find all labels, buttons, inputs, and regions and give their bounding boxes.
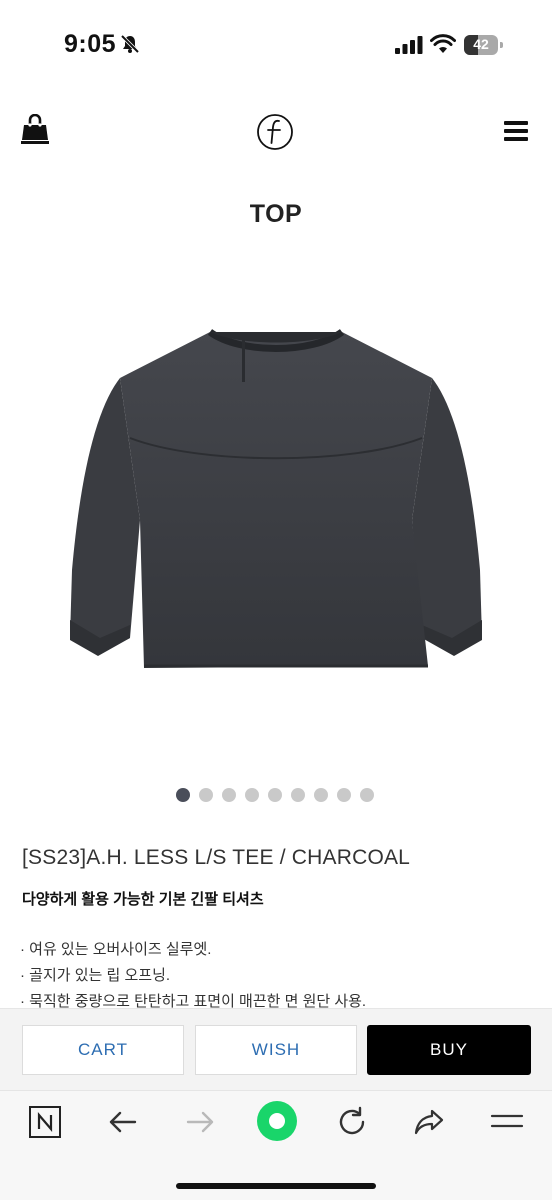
feature-item: · 골지가 있는 립 오프닝. xyxy=(20,967,171,984)
carousel-dot[interactable] xyxy=(245,788,259,802)
gallery-dots xyxy=(176,788,374,804)
carousel-dot[interactable] xyxy=(337,788,351,802)
carousel-dot[interactable] xyxy=(360,788,374,802)
shopping-bag-icon[interactable] xyxy=(21,114,49,144)
buy-button[interactable]: BUY xyxy=(367,1025,531,1075)
battery-level: 42 xyxy=(473,36,489,52)
hamburger-menu-icon[interactable] xyxy=(504,120,528,142)
menu-lines-icon[interactable] xyxy=(490,1105,524,1139)
share-icon[interactable] xyxy=(412,1105,446,1139)
home-indicator xyxy=(176,1183,376,1189)
carousel-dot[interactable] xyxy=(291,788,305,802)
bell-slash-icon xyxy=(120,34,140,54)
forward-arrow-icon[interactable] xyxy=(183,1105,217,1139)
reload-icon[interactable] xyxy=(335,1105,369,1139)
signal-icon xyxy=(395,36,423,54)
carousel-dot[interactable] xyxy=(268,788,282,802)
battery-body: 42 xyxy=(464,35,498,55)
product-features: · 여유 있는 오버사이즈 실루엣. · 골지가 있는 립 오프닝. · 묵직한… xyxy=(20,937,366,1015)
naver-n-icon[interactable] xyxy=(28,1105,62,1139)
site-header xyxy=(0,100,552,164)
wifi-icon xyxy=(430,34,456,53)
page-title: TOP xyxy=(249,200,303,228)
green-dot-icon[interactable] xyxy=(256,1100,298,1142)
back-arrow-icon[interactable] xyxy=(106,1105,140,1139)
purchase-action-bar: CART WISH BUY xyxy=(0,1008,552,1090)
product-image[interactable] xyxy=(60,320,492,680)
product-subtitle: 다양하게 활용 가능한 기본 긴팔 티셔츠 xyxy=(22,891,264,908)
carousel-dot[interactable] xyxy=(222,788,236,802)
product-name: [SS23]A.H. LESS L/S TEE / CHARCOAL xyxy=(22,846,411,869)
status-bar: 9:05 42 xyxy=(0,0,552,92)
feature-item: · 여유 있는 오버사이즈 실루엣. xyxy=(20,941,212,958)
carousel-dot[interactable] xyxy=(199,788,213,802)
battery-icon: 42 xyxy=(464,35,504,55)
carousel-dot[interactable] xyxy=(176,788,190,802)
brand-logo-icon[interactable] xyxy=(256,113,294,151)
carousel-dot[interactable] xyxy=(314,788,328,802)
wish-button[interactable]: WISH xyxy=(195,1025,357,1075)
cart-button[interactable]: CART xyxy=(22,1025,184,1075)
battery-tip xyxy=(500,42,503,48)
status-time: 9:05 xyxy=(64,30,117,58)
